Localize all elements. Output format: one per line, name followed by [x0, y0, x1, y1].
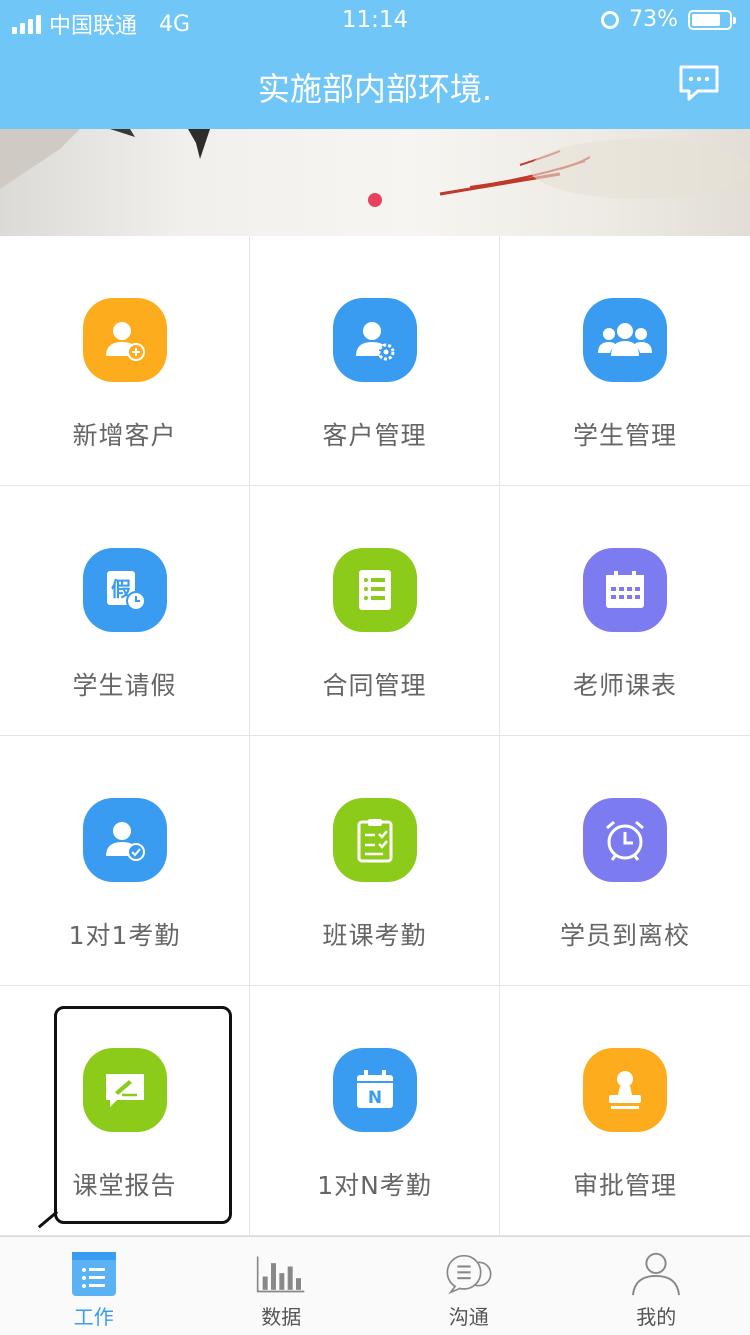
function-grid: 新增客户 客户管理 学生管理 假 学生请假 合同管理 老师课表 1 — [0, 236, 750, 1236]
contract-list-icon — [333, 548, 417, 632]
page-title: 实施部内部环境. — [0, 64, 750, 110]
tab-data[interactable]: 数据 — [188, 1237, 376, 1335]
leave-clock-icon: 假 — [83, 548, 167, 632]
calendar-icon — [583, 548, 667, 632]
svg-text:N: N — [367, 1088, 381, 1108]
banner-ink-painting — [0, 129, 750, 236]
tab-label: 数据 — [261, 1301, 301, 1330]
grid-item-label: 学员到离校 — [560, 916, 690, 952]
tab-label: 我的 — [636, 1301, 676, 1330]
grid-item-student-leave[interactable]: 假 学生请假 — [0, 486, 250, 736]
grid-item-customer-management[interactable]: 客户管理 — [250, 236, 500, 486]
calendar-n-icon: N — [333, 1048, 417, 1132]
grid-item-approval-management[interactable]: 审批管理 — [500, 986, 750, 1236]
grid-item-label: 老师课表 — [573, 666, 677, 702]
grid-item-label: 新增客户 — [72, 416, 176, 452]
grid-item-label: 审批管理 — [573, 1166, 677, 1202]
tab-bar: 工作 数据 沟通 我的 — [0, 1236, 750, 1335]
grid-item-one-on-one-attendance[interactable]: 1对1考勤 — [0, 736, 250, 986]
work-list-icon — [69, 1249, 119, 1299]
message-button[interactable] — [678, 64, 720, 102]
users-group-icon — [583, 298, 667, 382]
grid-item-add-customer[interactable]: 新增客户 — [0, 236, 250, 486]
banner-carousel[interactable] — [0, 129, 750, 236]
tab-work[interactable]: 工作 — [0, 1237, 188, 1335]
grid-item-teacher-schedule[interactable]: 老师课表 — [500, 486, 750, 736]
grid-item-label: 学生请假 — [72, 666, 176, 702]
grid-item-label: 1对1考勤 — [69, 916, 181, 952]
tab-label: 沟通 — [449, 1301, 489, 1330]
grid-item-class-report[interactable]: 课堂报告 — [0, 986, 250, 1236]
carousel-indicator[interactable] — [368, 193, 382, 207]
grid-item-label: 班课考勤 — [322, 916, 426, 952]
battery-icon — [688, 10, 732, 30]
grid-item-student-management[interactable]: 学生管理 — [500, 236, 750, 486]
user-check-icon — [83, 798, 167, 882]
tab-communication[interactable]: 沟通 — [375, 1237, 563, 1335]
grid-item-label: 合同管理 — [322, 666, 426, 702]
tab-label: 工作 — [74, 1301, 114, 1330]
message-icon — [678, 64, 720, 102]
battery-percent: 73% — [629, 7, 678, 32]
grid-item-label: 1对N考勤 — [317, 1166, 432, 1202]
grid-item-class-attendance[interactable]: 班课考勤 — [250, 736, 500, 986]
status-bar: 中国联通 4G 11:14 73% — [0, 0, 750, 42]
user-add-icon — [83, 298, 167, 382]
grid-item-label: 客户管理 — [322, 416, 426, 452]
report-pen-icon — [83, 1048, 167, 1132]
alarm-clock-icon — [583, 798, 667, 882]
tab-mine[interactable]: 我的 — [563, 1237, 750, 1335]
stamp-icon — [583, 1048, 667, 1132]
user-settings-icon — [333, 298, 417, 382]
top-bar: 中国联通 4G 11:14 73% 实施部内部环境. — [0, 0, 750, 129]
grid-item-label: 课堂报告 — [72, 1166, 176, 1202]
grid-item-student-arrival[interactable]: 学员到离校 — [500, 736, 750, 986]
person-icon — [631, 1249, 681, 1299]
grid-item-one-to-n-attendance[interactable]: N 1对N考勤 — [250, 986, 500, 1236]
clipboard-check-icon — [333, 798, 417, 882]
bar-chart-icon — [256, 1249, 306, 1299]
grid-item-contract-management[interactable]: 合同管理 — [250, 486, 500, 736]
grid-item-label: 学生管理 — [573, 416, 677, 452]
alarm-icon — [601, 11, 619, 29]
chat-bubbles-icon — [444, 1249, 494, 1299]
